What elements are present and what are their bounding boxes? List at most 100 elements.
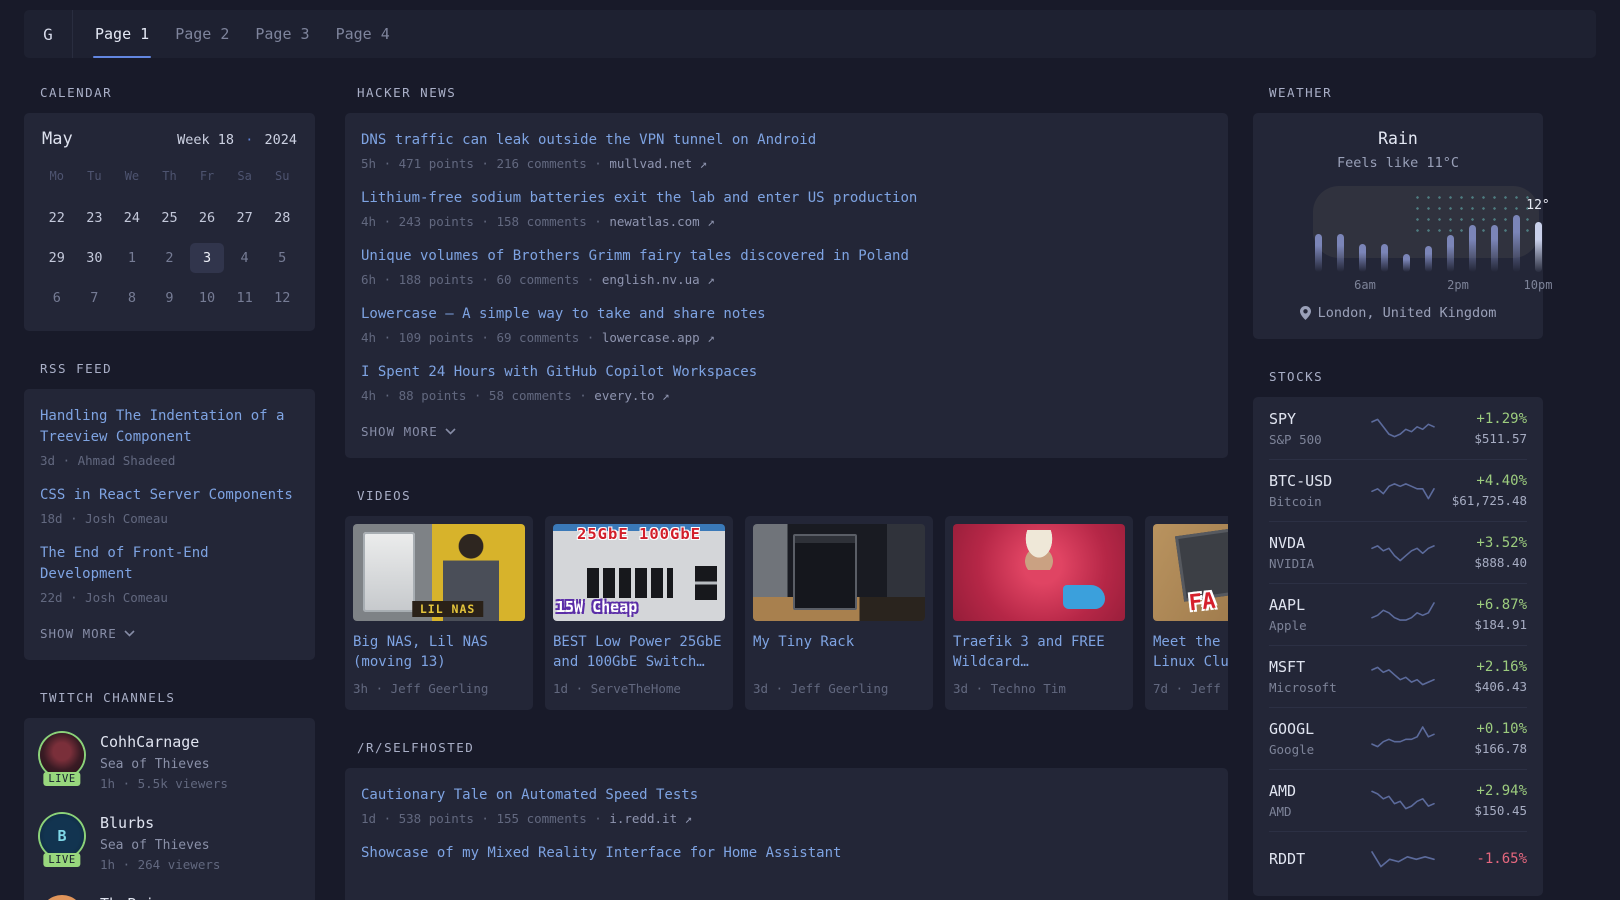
news-item-domain-link[interactable]: every.to (594, 388, 669, 403)
news-item-domain-link[interactable]: lowercase.app (602, 330, 715, 345)
video-meta: 3h · Jeff Geerling (353, 681, 525, 696)
video-meta: 1d · ServeTheHome (553, 681, 725, 696)
tab-page-1[interactable]: Page 1 (82, 10, 162, 58)
stock-sparkline (1369, 538, 1437, 568)
separator-dot: · (587, 156, 610, 171)
weather-label: WEATHER (1269, 85, 1543, 100)
twitch-channel-row[interactable]: LIVECohhCarnageSea of Thieves1h · 5.5k v… (40, 733, 299, 791)
news-item-title[interactable]: Lowercase – A simple way to take and sha… (361, 304, 1212, 325)
weather-bar (1337, 234, 1344, 272)
calendar-day: 8 (115, 283, 149, 313)
news-item-domain-link[interactable]: mullvad.net (609, 156, 707, 171)
twitch-channel-row[interactable]: BLIVEBlurbsSea of Thieves1h · 264 viewer… (40, 814, 299, 872)
twitch-channel-row[interactable]: ThePrimeagen (40, 895, 299, 900)
tab-page-4[interactable]: Page 4 (323, 10, 403, 58)
weather-chart: 12° 6am2pm10pm (1269, 186, 1527, 292)
stock-row[interactable]: AAPLApple+6.87%$184.91 (1269, 583, 1527, 645)
video-title[interactable]: Meet the Linux Clu (1153, 632, 1228, 672)
news-item-title[interactable]: Showcase of my Mixed Reality Interface f… (361, 843, 1212, 864)
video-title[interactable]: BEST Low Power 25GbE and 100GbE Switch… (553, 632, 725, 672)
stock-row[interactable]: NVDANVIDIA+3.52%$888.40 (1269, 521, 1527, 583)
calendar-day: 9 (152, 283, 186, 313)
news-item-title[interactable]: Cautionary Tale on Automated Speed Tests (361, 785, 1212, 806)
stock-name: S&P 500 (1269, 432, 1369, 447)
twitch-channel-game: Sea of Thieves (100, 757, 228, 772)
calendar-day: 29 (40, 243, 74, 273)
stock-symbol: GOOGL (1269, 720, 1369, 738)
news-item-meta: 4h · 88 points · 58 comments · every.to (361, 388, 1212, 403)
separator-dot: · (572, 388, 595, 403)
calendar-day: 23 (77, 203, 111, 233)
video-title[interactable]: Traefik 3 and FREE Wildcard… (953, 632, 1125, 672)
channel-avatar (40, 733, 84, 777)
thumbnail-overlay-text: 25GbE 100GbE (553, 525, 725, 543)
hackernews-card: DNS traffic can leak outside the VPN tun… (345, 113, 1228, 458)
tab-page-2[interactable]: Page 2 (162, 10, 242, 58)
rss-show-more-button-label: SHOW MORE (40, 626, 117, 641)
twitch-channel-name[interactable]: Blurbs (100, 814, 220, 832)
stock-row[interactable]: SPYS&P 500+1.29%$511.57 (1269, 398, 1527, 459)
app-logo[interactable]: G (24, 10, 73, 58)
rss-item: Handling The Indentation of a Treeview C… (40, 406, 299, 468)
weekday-label: Mo (38, 169, 76, 183)
video-card[interactable]: My Tiny Rack3d · Jeff Geerling (745, 516, 933, 710)
stock-values: +6.87%$184.91 (1437, 597, 1527, 632)
twitch-channel-name[interactable]: ThePrimeagen (100, 895, 208, 900)
rss-item-title[interactable]: Handling The Indentation of a Treeview C… (40, 406, 299, 448)
stock-sparkline (1369, 844, 1437, 874)
stock-change: +3.52% (1437, 535, 1527, 551)
calendar-weekday-row: MoTuWeThFrSaSu (38, 169, 301, 183)
separator-dot: · (587, 811, 610, 826)
news-item-title[interactable]: Lithium-free sodium batteries exit the l… (361, 188, 1212, 209)
chevron-down-icon (445, 428, 456, 435)
stock-name: Apple (1269, 618, 1369, 633)
stock-ids: AMDAMD (1269, 782, 1369, 819)
video-title[interactable]: My Tiny Rack (753, 632, 925, 672)
tab-page-3[interactable]: Page 3 (242, 10, 322, 58)
week-label: Week (177, 132, 210, 148)
news-item-title[interactable]: I Spent 24 Hours with GitHub Copilot Wor… (361, 362, 1212, 383)
stock-row[interactable]: MSFTMicrosoft+2.16%$406.43 (1269, 645, 1527, 707)
calendar-day: 10 (190, 283, 224, 313)
stock-row[interactable]: BTC-USDBitcoin+4.40%$61,725.48 (1269, 459, 1527, 521)
stock-row[interactable]: AMDAMD+2.94%$150.45 (1269, 769, 1527, 831)
stock-symbol: NVDA (1269, 534, 1369, 552)
video-card[interactable]: FAMeet the Linux Clu7d · Jeff (1145, 516, 1228, 710)
rss-item-title[interactable]: The End of Front-End Development (40, 543, 299, 585)
twitch-channel-viewers: 1h · 5.5k viewers (100, 776, 228, 791)
stock-sparkline (1369, 600, 1437, 630)
news-item-domain-link[interactable]: i.redd.it (609, 811, 692, 826)
calendar-header: May Week 18 · 2024 (38, 129, 301, 149)
stock-ids: MSFTMicrosoft (1269, 658, 1369, 695)
stock-price: $511.57 (1437, 431, 1527, 446)
stock-ids: RDDT (1269, 850, 1369, 868)
calendar-day: 28 (265, 203, 299, 233)
calendar-label: CALENDAR (40, 85, 315, 100)
stock-row[interactable]: GOOGLGoogle+0.10%$166.78 (1269, 707, 1527, 769)
weather-bar (1359, 244, 1366, 272)
video-meta: 7d · Jeff (1153, 681, 1228, 696)
rss-show-more-button[interactable]: SHOW MORE (40, 626, 135, 641)
news-item-domain-link[interactable]: english.nv.ua (602, 272, 715, 287)
stock-price: $61,725.48 (1437, 493, 1527, 508)
subreddit-card: Cautionary Tale on Automated Speed Tests… (345, 768, 1228, 900)
stock-row[interactable]: RDDT-1.65% (1269, 831, 1527, 886)
news-item-title[interactable]: Unique volumes of Brothers Grimm fairy t… (361, 246, 1212, 267)
hn-show-more-button[interactable]: SHOW MORE (361, 424, 456, 439)
video-card[interactable]: 25GbE 100GbE15W CheapBEST Low Power 25Gb… (545, 516, 733, 710)
news-item-title[interactable]: DNS traffic can leak outside the VPN tun… (361, 130, 1212, 151)
stock-change: +4.40% (1437, 473, 1527, 489)
video-thumbnail (753, 524, 925, 621)
rss-item-title[interactable]: CSS in React Server Components (40, 485, 299, 506)
stock-symbol: MSFT (1269, 658, 1369, 676)
video-card[interactable]: Traefik 3 and FREE Wildcard…3d · Techno … (945, 516, 1133, 710)
news-item-stats: 4h · 109 points · 69 comments (361, 330, 579, 345)
news-item-meta: 4h · 109 points · 69 comments · lowercas… (361, 330, 1212, 345)
chevron-down-icon (124, 630, 135, 637)
video-card[interactable]: LIL NASBig NAS, Lil NAS (moving 13)3h · … (345, 516, 533, 710)
stock-ids: NVDANVIDIA (1269, 534, 1369, 571)
twitch-channel-info: BlurbsSea of Thieves1h · 264 viewers (100, 814, 220, 872)
video-title[interactable]: Big NAS, Lil NAS (moving 13) (353, 632, 525, 672)
twitch-channel-name[interactable]: CohhCarnage (100, 733, 228, 751)
news-item-domain-link[interactable]: newatlas.com (609, 214, 714, 229)
